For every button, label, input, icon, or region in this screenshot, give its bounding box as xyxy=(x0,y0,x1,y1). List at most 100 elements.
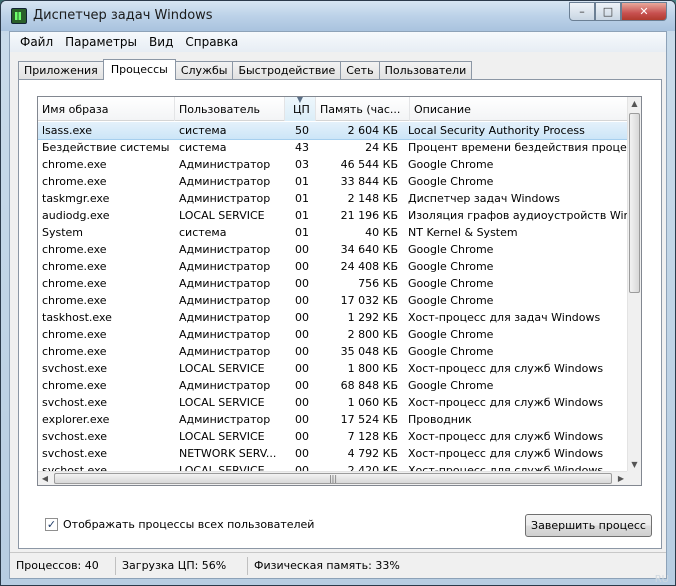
table-row[interactable]: lsass.exe система 50 2 604 КБ Local Security… xyxy=(38,122,628,140)
cell-description: Google Chrome xyxy=(408,294,494,307)
menu-file[interactable]: Файл xyxy=(14,33,59,51)
language-indicator: RU xyxy=(654,574,669,585)
cell-user: Администратор xyxy=(179,192,271,205)
table-row[interactable]: svchost.exe NETWORK SERV... 00 4 792 КБ Хост… xyxy=(38,445,628,462)
column-cpu[interactable]: ▼ ЦП xyxy=(285,97,316,121)
cell-memory: 24 408 КБ xyxy=(340,260,398,273)
show-all-processes-checkbox[interactable]: ✓ xyxy=(45,518,58,531)
cell-memory: 1 800 КБ xyxy=(347,362,398,375)
cell-image-name: taskmgr.exe xyxy=(42,192,110,205)
horizontal-scroll-thumb[interactable]: ||| xyxy=(54,473,612,484)
scroll-right-icon[interactable]: ▶ xyxy=(614,472,628,485)
cell-memory: 40 КБ xyxy=(365,226,398,239)
cell-description: Google Chrome xyxy=(408,379,494,392)
cell-cpu: 00 xyxy=(295,379,309,392)
cell-user: Администратор xyxy=(179,311,271,324)
table-row[interactable]: chrome.exe Администратор 00 34 640 КБ Google… xyxy=(38,241,628,258)
cell-description: Google Chrome xyxy=(408,277,494,290)
table-row[interactable]: chrome.exe Администратор 00 24 408 КБ Google… xyxy=(38,258,628,275)
title-bar[interactable]: Диспетчер задач Windows – □ ✕ xyxy=(1,1,675,31)
cell-image-name: chrome.exe xyxy=(42,158,107,171)
table-row[interactable]: taskmgr.exe Администратор 01 2 148 КБ Диспет… xyxy=(38,190,628,207)
column-memory[interactable]: Память (час... xyxy=(316,97,410,121)
cell-user: Администратор xyxy=(179,379,271,392)
cell-description: Диспетчер задач Windows xyxy=(408,192,560,205)
column-image-name[interactable]: Имя образа xyxy=(38,97,175,121)
cell-cpu: 00 xyxy=(295,277,309,290)
minimize-button[interactable]: – xyxy=(569,2,595,21)
cell-cpu: 01 xyxy=(295,192,309,205)
menu-help[interactable]: Справка xyxy=(179,33,244,51)
cell-description: Хост-процесс для служб Windows xyxy=(408,430,604,443)
scroll-up-icon[interactable]: ▲ xyxy=(628,97,641,111)
cell-image-name: chrome.exe xyxy=(42,277,107,290)
tab-users[interactable]: Пользователи xyxy=(378,61,473,80)
table-row[interactable]: chrome.exe Администратор 00 2 800 КБ Google … xyxy=(38,326,628,343)
menu-view[interactable]: Вид xyxy=(143,33,179,51)
table-row[interactable]: explorer.exe Администратор 00 17 524 КБ Пров… xyxy=(38,411,628,428)
scroll-down-icon[interactable]: ▼ xyxy=(628,458,641,472)
table-row[interactable]: svchost.exe LOCAL SERVICE 00 1 060 КБ Хост-п… xyxy=(38,394,628,411)
table-row[interactable]: svchost.exe LOCAL SERVICE 00 1 800 КБ Хост-п… xyxy=(38,360,628,377)
task-manager-window: Диспетчер задач Windows – □ ✕ Файл Парам… xyxy=(0,0,676,586)
column-cpu-label: ЦП xyxy=(293,103,310,116)
close-button[interactable]: ✕ xyxy=(621,2,667,21)
cell-description: Google Chrome xyxy=(408,158,494,171)
cell-image-name: taskhost.exe xyxy=(42,311,112,324)
cell-memory: 21 196 КБ xyxy=(340,209,398,222)
column-user[interactable]: Пользователь xyxy=(175,97,285,121)
vertical-scroll-thumb[interactable] xyxy=(629,113,640,293)
process-list[interactable]: Имя образа Пользователь ▼ ЦП Память (час… xyxy=(37,96,642,486)
menu-options[interactable]: Параметры xyxy=(59,33,143,51)
cell-memory: 34 640 КБ xyxy=(340,243,398,256)
column-description[interactable]: Описание xyxy=(410,97,628,121)
close-icon: ✕ xyxy=(639,5,649,18)
table-row[interactable]: chrome.exe Администратор 00 17 032 КБ Google… xyxy=(38,292,628,309)
tab-networking[interactable]: Сеть xyxy=(340,61,380,80)
tab-services[interactable]: Службы xyxy=(174,61,234,80)
table-row[interactable]: chrome.exe Администратор 01 33 844 КБ Google… xyxy=(38,173,628,190)
table-row[interactable]: svchost.exe LOCAL SERVICE 00 7 128 КБ Хост-п… xyxy=(38,428,628,445)
tab-applications[interactable]: Приложения xyxy=(18,61,104,80)
caption-buttons: – □ ✕ xyxy=(569,2,667,21)
cell-image-name: System xyxy=(42,226,84,239)
show-all-processes-option[interactable]: ✓ Отображать процессы всех пользователей xyxy=(45,518,314,531)
cell-description: Хост-процесс для служб Windows xyxy=(408,362,604,375)
table-row[interactable]: System система 01 40 КБ NT Kernel & System xyxy=(38,224,628,241)
cell-image-name: svchost.exe xyxy=(42,362,108,375)
tab-processes[interactable]: Процессы xyxy=(102,59,176,80)
status-cpu-load: Загрузка ЦП: 56% xyxy=(116,556,248,575)
table-row[interactable]: audiodg.exe LOCAL SERVICE 01 21 196 КБ Изоля… xyxy=(38,207,628,224)
cell-image-name: chrome.exe xyxy=(42,243,107,256)
cell-image-name: svchost.exe xyxy=(42,447,108,460)
maximize-button[interactable]: □ xyxy=(595,2,621,21)
cell-memory: 46 544 КБ xyxy=(340,158,398,171)
table-row[interactable]: chrome.exe Администратор 03 46 544 КБ Google… xyxy=(38,156,628,173)
cell-image-name: chrome.exe xyxy=(42,294,107,307)
table-row[interactable]: chrome.exe Администратор 00 756 КБ Google Ch… xyxy=(38,275,628,292)
cell-description: Google Chrome xyxy=(408,260,494,273)
table-row[interactable]: taskhost.exe Администратор 00 1 292 КБ Хост-… xyxy=(38,309,628,326)
table-row[interactable]: Бездействие системы система 43 24 КБ Процент… xyxy=(38,139,628,156)
table-row[interactable]: chrome.exe Администратор 00 35 048 КБ Google… xyxy=(38,343,628,360)
table-row[interactable]: chrome.exe Администратор 00 68 848 КБ Google… xyxy=(38,377,628,394)
scroll-left-icon[interactable]: ◀ xyxy=(38,472,52,485)
menu-bar: Файл Параметры Вид Справка xyxy=(10,32,666,52)
process-list-header: Имя образа Пользователь ▼ ЦП Память (час… xyxy=(38,97,628,121)
cell-description: Google Chrome xyxy=(408,345,494,358)
cell-image-name: chrome.exe xyxy=(42,345,107,358)
end-process-button[interactable]: Завершить процесс xyxy=(525,514,652,537)
cell-cpu: 00 xyxy=(295,396,309,409)
cell-memory: 2 800 КБ xyxy=(347,328,398,341)
tab-performance[interactable]: Быстродействие xyxy=(232,61,342,80)
cell-cpu: 00 xyxy=(295,362,309,375)
cell-user: Администратор xyxy=(179,260,271,273)
cell-description: Изоляция графов аудиоустройств Windo... xyxy=(408,209,628,222)
status-physical-memory: Физическая память: 33% xyxy=(254,558,400,572)
horizontal-scrollbar[interactable]: ◀ ||| ▶ xyxy=(38,471,628,485)
cell-user: система xyxy=(179,226,227,239)
cell-cpu: 50 xyxy=(295,124,309,137)
cell-memory: 1 292 КБ xyxy=(347,311,398,324)
cell-cpu: 03 xyxy=(295,158,309,171)
vertical-scrollbar[interactable]: ▲ ▼ xyxy=(627,97,641,472)
